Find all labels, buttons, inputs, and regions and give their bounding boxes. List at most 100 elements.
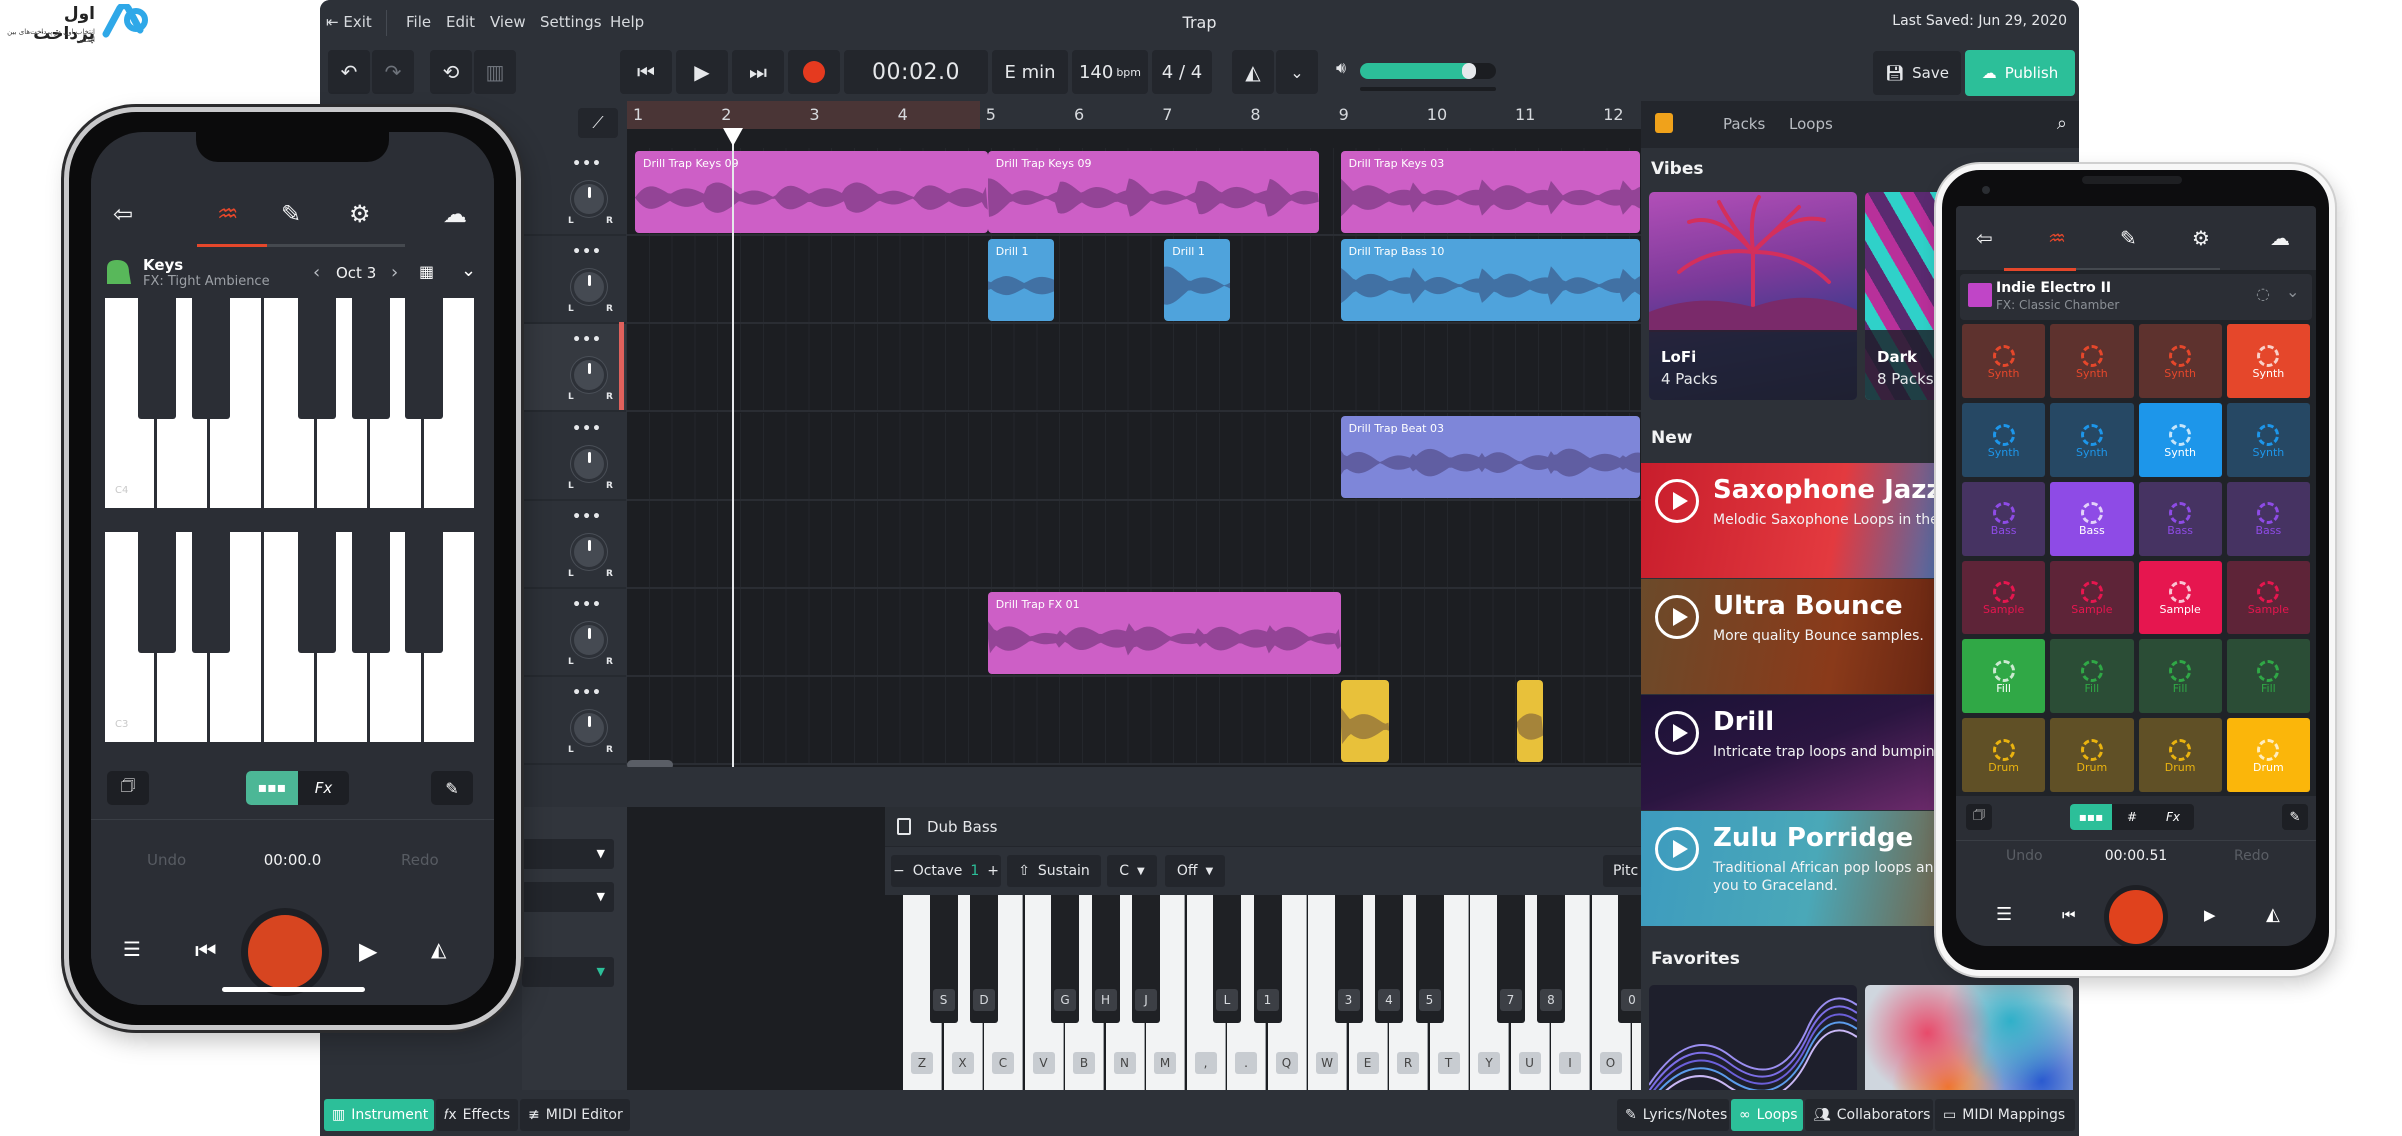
tab-packs[interactable]: Packs [1723,115,1765,133]
track-header[interactable]: ••• L R [522,236,626,325]
drum-pad[interactable]: Sample [2050,560,2134,635]
pencil-icon[interactable]: ✎ [281,200,301,228]
edit-button[interactable]: ✎ [2282,804,2308,830]
track-lane[interactable] [627,500,1641,589]
pan-knob[interactable] [574,184,604,214]
track-more-button[interactable]: ••• [572,421,602,437]
track-more-button[interactable]: ••• [572,685,602,701]
metronome-icon[interactable]: ◭ [431,937,446,961]
black-key[interactable]: 1 [1253,895,1282,1023]
grid-view-button[interactable]: # [2112,804,2152,830]
play-icon[interactable]: ▶ [2204,906,2216,924]
pan-knob[interactable] [574,448,604,479]
save-button[interactable]: 💾︎ Save [1873,51,1961,95]
fx-view-button[interactable]: Fx [298,771,349,805]
skip-back-icon[interactable]: ⏮ [195,937,217,965]
track-lane[interactable] [627,677,1641,766]
black-key[interactable] [191,532,230,653]
volume-handle[interactable] [1461,63,1476,79]
pan-knob[interactable] [574,713,604,744]
waveform-icon[interactable]: ♒︎ [2048,226,2066,250]
bottom-tab-instrument[interactable]: ▥ Instrument [324,1099,434,1131]
pan-knob[interactable] [574,536,604,567]
pencil-icon[interactable]: ✎ [2120,226,2137,250]
mixer-icon[interactable]: ☰ [1996,904,2012,925]
loop-button[interactable]: ⟲ [430,50,472,94]
drum-pad[interactable]: Fill [2138,639,2222,714]
black-key[interactable] [191,298,230,419]
drum-pad[interactable]: Fill [2226,639,2310,714]
favorite-card[interactable] [1649,985,1857,1090]
black-key[interactable]: H [1091,895,1120,1023]
chevron-down-icon[interactable]: ⌄ [461,260,476,281]
track-header[interactable]: ••• L R [522,413,626,501]
play-preview-button[interactable] [1655,595,1699,639]
black-key[interactable] [404,532,443,653]
play-preview-button[interactable] [1655,479,1699,523]
audio-clip[interactable]: Drill Trap FX 01 [987,592,1341,674]
bottom-tab-midi-editor[interactable]: ≢ MIDI Editor [520,1099,630,1131]
metronome-icon[interactable]: ◭ [2266,904,2280,925]
black-key[interactable]: 5 [1415,895,1444,1023]
library-button[interactable]: 🗇︎ [1966,804,1992,830]
audio-clip[interactable]: Drill Trap Keys 09 [635,151,988,233]
browser-logo-icon[interactable] [1655,113,1673,133]
sustain-button[interactable]: ⇧ Sustain [1007,855,1101,887]
redo-button[interactable]: Redo [401,851,439,869]
pan-knob[interactable] [574,625,604,655]
audio-clip[interactable]: Drill 1 [987,239,1054,322]
mixer-icon[interactable]: ☰ [123,937,141,961]
metronome-dropdown[interactable]: ⌄ [1276,50,1318,94]
drum-pad[interactable]: Bass [1962,481,2046,556]
skip-back-button[interactable]: ⏮ [620,50,672,94]
redo-button[interactable]: Redo [2234,848,2269,864]
black-key[interactable]: 8 [1537,895,1565,1023]
audio-clip[interactable] [1340,680,1390,763]
track-header[interactable]: ••• L R [522,501,626,589]
tempo-button[interactable]: 140 bpm [1072,50,1148,94]
drum-pad[interactable]: Synth [2050,402,2134,477]
drum-pad[interactable]: Synth [2138,402,2222,477]
track-more-button[interactable]: ••• [572,597,602,613]
keys-view-button[interactable]: ▪▪▪ [246,771,298,805]
track-header[interactable]: ••• L R [522,324,626,413]
key-select[interactable]: C ▼ [1107,855,1157,887]
library-button[interactable]: 🗇︎ [107,771,149,805]
black-key[interactable] [138,532,177,653]
black-key[interactable] [298,298,337,419]
record-button[interactable] [2109,890,2163,944]
home-indicator[interactable] [222,987,365,992]
instrument-select-2[interactable]: ▼ [522,882,614,912]
drum-pad[interactable]: Synth [1962,402,2046,477]
drum-pad[interactable]: Fill [1962,639,2046,714]
drum-pad[interactable]: Drum [1962,718,2046,792]
black-key[interactable]: L [1213,895,1241,1023]
record-button[interactable] [788,50,840,94]
audio-clip[interactable]: Drill 1 [1164,239,1231,322]
play-button[interactable]: ▶ [676,50,728,94]
black-key[interactable]: 3 [1334,895,1363,1023]
publish-button[interactable]: ☁ Publish [1965,50,2075,96]
instrument-select-1[interactable]: ▼ [522,839,614,869]
pan-knob[interactable] [574,360,604,391]
play-preview-button[interactable] [1655,711,1699,755]
drum-pad[interactable]: Sample [2226,560,2310,635]
fx-view-button[interactable]: Fx [2152,804,2194,830]
drum-pad[interactable]: Bass [2050,481,2134,556]
skip-back-icon[interactable]: ⏮ [2062,906,2076,924]
black-key[interactable]: 7 [1496,895,1525,1023]
grid-icon[interactable]: ▦ [419,262,434,281]
favorite-card[interactable] [1865,985,2073,1090]
waveform-icon[interactable]: ♒︎ [217,200,239,228]
bottom-tab-collaborators[interactable]: 👥︎ Collaborators [1805,1099,1933,1131]
audio-clip[interactable]: Drill Trap Beat 03 [1340,415,1641,498]
drum-pad[interactable]: Bass [2138,481,2222,556]
record-button[interactable] [248,915,322,989]
gear-icon[interactable]: ⚙ [2192,226,2210,250]
track-header[interactable]: ••• L R [522,148,626,236]
drum-pad[interactable]: Drum [2226,718,2310,792]
black-key[interactable] [298,532,337,653]
audio-clip[interactable]: Drill Trap Bass 10 [1340,239,1641,322]
tab-loops[interactable]: Loops [1789,115,1833,133]
instrument-select-3[interactable]: ▼ [522,957,614,987]
